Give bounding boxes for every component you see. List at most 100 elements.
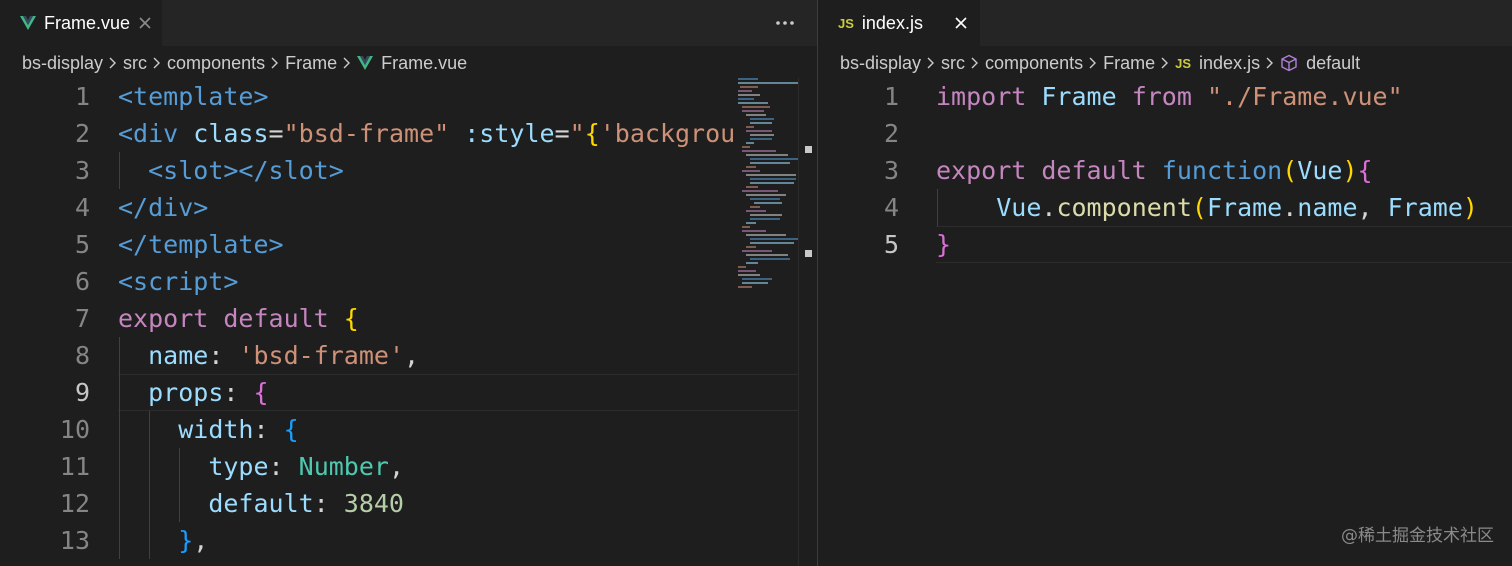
code-token: : — [253, 415, 284, 444]
code-token: import — [936, 82, 1027, 111]
code-token: Vue — [996, 193, 1042, 222]
chevron-right-icon — [927, 57, 935, 69]
code-token: "bsd-frame" — [283, 119, 450, 148]
code-line[interactable]: 5} — [818, 226, 1512, 263]
code-line[interactable]: 11 type: Number, — [0, 448, 817, 485]
breadcrumb-item[interactable]: bs-display — [840, 53, 921, 74]
code-text: export default { — [118, 300, 359, 337]
current-line-highlight — [936, 226, 1512, 263]
code-line[interactable]: 12 default: 3840 — [0, 485, 817, 522]
code-token: <div — [118, 119, 179, 148]
code-text: } — [936, 226, 951, 263]
code-line[interactable]: 1 <template> — [0, 78, 817, 115]
code-editor-left[interactable]: 1 <template> 2 <div class="bsd-frame" :styl… — [0, 78, 817, 566]
right-tab-bar: JS index.js — [818, 0, 1512, 46]
breadcrumb-item-symbol[interactable]: default — [1280, 53, 1360, 74]
code-token: , — [404, 341, 420, 370]
code-text: }, — [118, 522, 208, 559]
breadcrumb-item-file[interactable]: JS index.js — [1175, 53, 1260, 74]
code-token: default — [1041, 156, 1147, 185]
line-number: 8 — [74, 341, 90, 370]
code-line[interactable]: 13 }, — [0, 522, 817, 559]
code-line[interactable]: 4 Vue.component(Frame.name, Frame) — [818, 189, 1512, 226]
line-number: 1 — [74, 82, 90, 111]
left-tab-bar: Frame.vue — [0, 0, 817, 46]
code-token: { — [584, 119, 600, 148]
code-line[interactable]: 5 </template> — [0, 226, 817, 263]
breadcrumb-symbol-label: default — [1306, 52, 1361, 73]
code-line[interactable]: 4 </div> — [0, 189, 817, 226]
line-number: 2 — [74, 119, 90, 148]
code-line[interactable]: 10 width: { — [0, 411, 817, 448]
scrollbar-marker — [805, 146, 812, 153]
indent-guide — [179, 448, 180, 522]
code-line[interactable]: 6 <script> — [0, 263, 817, 300]
code-line[interactable]: 3 <slot></slot> — [0, 152, 817, 189]
code-token: name — [148, 341, 209, 370]
code-token: ( — [1282, 156, 1298, 185]
code-line[interactable]: 9 props: { — [0, 374, 817, 411]
breadcrumb-item[interactable]: src — [123, 53, 147, 74]
code-text: <slot></slot> — [118, 152, 344, 189]
breadcrumb-item-file[interactable]: Frame.vue — [357, 53, 467, 74]
close-icon[interactable] — [946, 0, 976, 46]
code-token: props — [148, 378, 224, 407]
line-number: 12 — [59, 489, 90, 518]
code-token: width — [178, 415, 254, 444]
left-editor-group: Frame.vue bs-display src components Fram… — [0, 0, 817, 566]
line-number: 3 — [883, 156, 899, 185]
code-text: <script> — [118, 263, 238, 300]
code-line[interactable]: 8 name: 'bsd-frame', — [0, 337, 817, 374]
code-token: export — [936, 156, 1027, 185]
breadcrumb-item[interactable]: components — [167, 53, 265, 74]
code-line[interactable]: 7 export default { — [0, 300, 817, 337]
code-text: name: 'bsd-frame', — [118, 337, 419, 374]
code-editor-right[interactable]: 1 import Frame from "./Frame.vue" 2 3 export… — [818, 78, 1512, 566]
code-line[interactable]: 2 — [818, 115, 1512, 152]
code-token: Frame — [1041, 82, 1117, 111]
code-token: </div> — [118, 193, 209, 222]
tab-index-js[interactable]: JS index.js — [818, 0, 980, 46]
code-text: export default function(Vue){ — [936, 152, 1373, 189]
code-token: default — [208, 489, 314, 518]
indent-guide — [119, 337, 120, 559]
breadcrumb-item[interactable]: bs-display — [22, 53, 103, 74]
code-text: default: 3840 — [118, 485, 404, 522]
code-text: type: Number, — [118, 448, 404, 485]
code-token: from — [1131, 82, 1192, 111]
vue-icon — [357, 56, 374, 70]
code-token: ( — [1191, 193, 1207, 222]
chevron-right-icon — [153, 57, 161, 69]
code-token: name — [1297, 193, 1358, 222]
more-actions-icon[interactable] — [767, 0, 803, 46]
minimap[interactable] — [732, 78, 798, 298]
code-token: :style — [464, 119, 555, 148]
breadcrumb-item[interactable]: components — [985, 53, 1083, 74]
code-token: . — [1041, 193, 1057, 222]
tab-label: Frame.vue — [44, 12, 131, 33]
line-number: 7 — [74, 304, 90, 333]
code-token: function — [1161, 156, 1283, 185]
breadcrumb-item[interactable]: Frame — [285, 53, 337, 74]
code-token: component — [1056, 193, 1192, 222]
tab-frame-vue[interactable]: Frame.vue — [0, 0, 162, 46]
close-icon[interactable] — [130, 0, 160, 46]
breadcrumb-item[interactable]: src — [941, 53, 965, 74]
code-line[interactable]: 2 <div class="bsd-frame" :style="{'backgr… — [0, 115, 817, 152]
chevron-right-icon — [1161, 57, 1169, 69]
code-line[interactable]: 1 import Frame from "./Frame.vue" — [818, 78, 1512, 115]
code-token: } — [936, 230, 952, 259]
code-token: <template> — [118, 82, 269, 111]
code-token: type — [208, 452, 269, 481]
vertical-scrollbar[interactable] — [798, 78, 817, 566]
breadcrumb-item[interactable]: Frame — [1103, 53, 1155, 74]
code-token: = — [554, 119, 570, 148]
code-text: </div> — [118, 189, 208, 226]
code-line[interactable]: 3 export default function(Vue){ — [818, 152, 1512, 189]
